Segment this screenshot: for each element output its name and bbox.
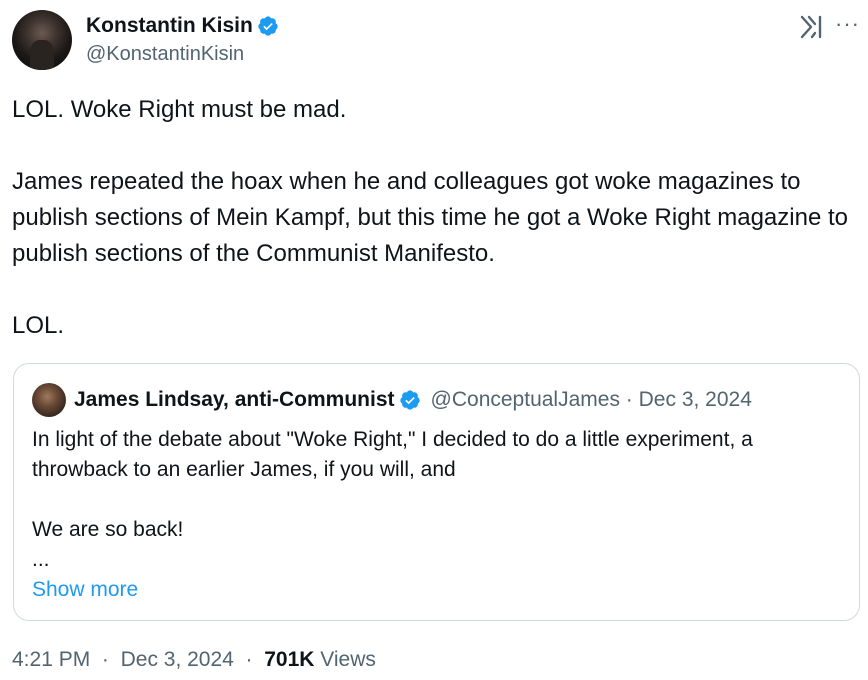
author-avatar[interactable] <box>12 10 72 70</box>
tweet-card: Konstantin Kisin @KonstantinKisin ··· LO… <box>0 0 868 680</box>
verified-badge-icon <box>258 16 278 36</box>
tweet-text: LOL. Woke Right must be mad. James repea… <box>12 92 857 344</box>
quoted-tweet-header: James Lindsay, anti-Communist @Conceptua… <box>32 383 752 417</box>
quoted-author-avatar <box>32 383 66 417</box>
meta-separator: · <box>625 388 633 411</box>
views-label: Views <box>320 648 376 671</box>
quoted-tweet[interactable]: James Lindsay, anti-Communist @Conceptua… <box>13 363 860 621</box>
quoted-tweet-date: Dec 3, 2024 <box>638 388 752 411</box>
tweet-time[interactable]: 4:21 PM <box>12 648 90 671</box>
tweet-paragraph: LOL. <box>12 312 65 339</box>
author-handle[interactable]: @KonstantinKisin <box>86 43 279 66</box>
tweet-date[interactable]: Dec 3, 2024 <box>121 648 234 671</box>
quoted-tweet-text: In light of the debate about "Woke Right… <box>32 425 842 605</box>
tweet-paragraph: James repeated the hoax when he and coll… <box>12 168 848 267</box>
quoted-paragraph: We are so back! <box>32 518 184 541</box>
quoted-paragraph: In light of the debate about "Woke Right… <box>32 428 753 481</box>
header-actions: ··· <box>799 13 860 40</box>
tweet-footer: 4:21 PM · Dec 3, 2024 · 701K Views <box>12 648 376 672</box>
meta-separator: · <box>101 648 109 671</box>
more-options-icon[interactable]: ··· <box>835 13 860 35</box>
meta-separator: · <box>245 648 253 671</box>
quoted-author-handle: @ConceptualJames <box>430 388 620 411</box>
grok-icon[interactable] <box>799 14 825 40</box>
tweet-header: Konstantin Kisin @KonstantinKisin ··· <box>12 10 860 72</box>
quoted-paragraph: ... <box>32 548 50 571</box>
author-names: Konstantin Kisin @KonstantinKisin <box>86 12 279 66</box>
tweet-paragraph: LOL. Woke Right must be mad. <box>12 96 347 123</box>
show-more-link[interactable]: Show more <box>32 575 138 605</box>
quoted-author-display-name: James Lindsay, anti-Communist <box>74 388 395 411</box>
author-name-row: Konstantin Kisin <box>86 12 279 40</box>
author-display-name[interactable]: Konstantin Kisin <box>86 14 253 38</box>
verified-badge-icon <box>399 390 420 410</box>
views-count: 701K <box>264 648 315 671</box>
